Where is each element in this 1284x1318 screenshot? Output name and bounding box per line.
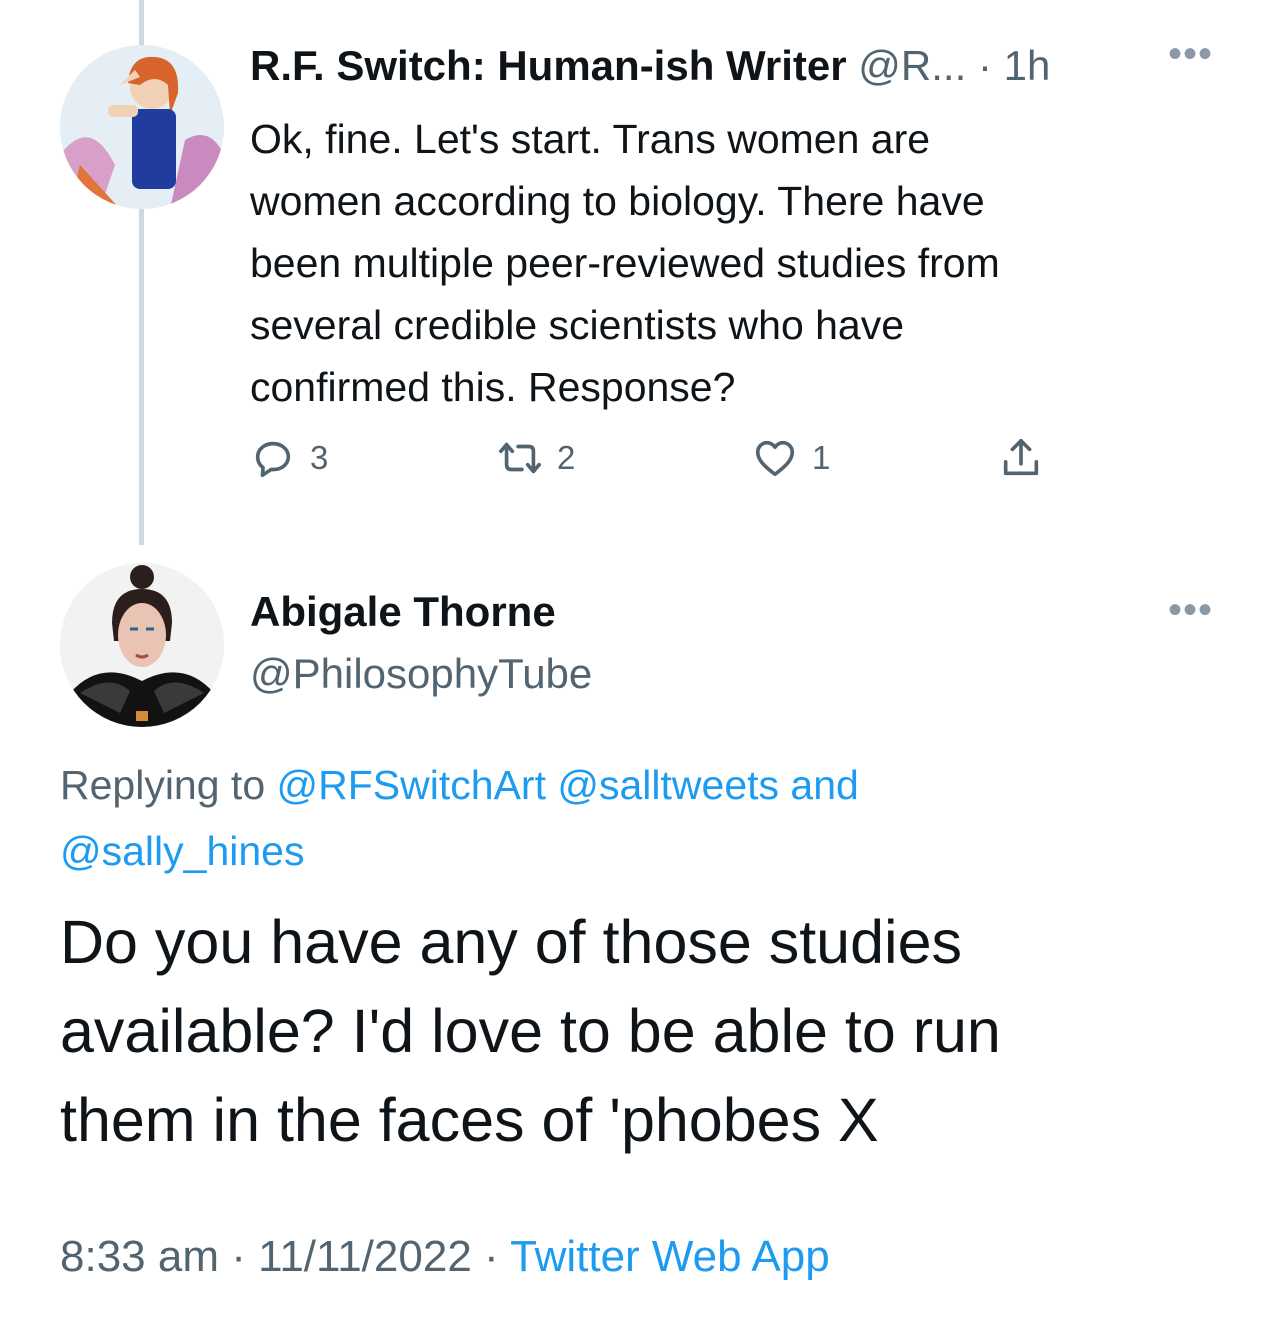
parent-author-name[interactable]: R.F. Switch: Human-ish Writer [250,42,847,89]
like-count: 1 [812,439,831,476]
reply-icon [255,441,291,478]
parent-more-icon[interactable]: ••• [1168,32,1213,77]
parent-tweet-line: several credible scientists who have [250,302,905,348]
parent-tweet-age[interactable]: 1h [1004,42,1051,89]
retweet-icon [499,442,541,474]
mention-salltweets[interactable]: @salltweets [557,762,779,808]
mention-rfswitchart[interactable]: @RFSwitchArt [277,762,546,808]
like-button[interactable]: 1 [752,430,830,486]
tweet-metadata: 8:33 am · 11/11/2022 · Twitter Web App [60,1232,830,1282]
meta-separator: · [231,1232,246,1281]
parent-author-handle[interactable]: @R... [858,42,966,89]
main-author-handle[interactable]: @PhilosophyTube [250,650,592,698]
parent-tweet-line: women according to biology. There have [250,178,985,224]
parent-tweet-line: been multiple peer-reviewed studies from [250,240,1000,286]
parent-tweet-line: Ok, fine. Let's start. Trans women are [250,116,931,162]
tweet-date[interactable]: 11/11/2022 [258,1232,472,1281]
retweet-button[interactable]: 2 [497,430,575,486]
parent-meta-separator: · [977,42,992,89]
share-button[interactable] [998,430,1044,486]
retweet-count: 2 [557,439,576,476]
replying-to-line: Replying to @RFSwitchArt @salltweets and… [60,752,1210,884]
main-tweet-line: Do you have any of those studies [60,908,963,976]
replying-and-word[interactable]: and [790,762,858,808]
main-more-icon[interactable]: ••• [1168,588,1213,633]
replying-prefix: Replying to [60,762,266,808]
meta-separator: · [484,1232,499,1281]
parent-action-bar: 3 2 1 [250,430,1070,486]
reply-button[interactable]: 3 [250,430,328,486]
mention-sally-hines[interactable]: @sally_hines [60,828,304,874]
reply-count: 3 [310,439,329,476]
parent-tweet-line: confirmed this. Response? [250,364,736,410]
parent-tweet-text: Ok, fine. Let's start. Trans women are w… [250,108,1190,418]
main-author-name[interactable]: Abigale Thorne [250,588,556,636]
parent-author-line: R.F. Switch: Human-ish Writer @R... · 1h [250,42,1050,90]
share-icon [1003,438,1039,476]
tweet-source[interactable]: Twitter Web App [510,1232,830,1281]
main-tweet-line: available? I'd love to be able to run [60,997,1001,1065]
main-tweet-line: them in the faces of 'phobes X [60,1086,879,1154]
main-tweet-text: Do you have any of those studies availab… [60,898,1240,1165]
like-icon [755,440,795,477]
tweet-time[interactable]: 8:33 am [60,1232,219,1281]
parent-author-avatar[interactable] [60,45,224,209]
main-author-avatar[interactable] [60,563,224,727]
